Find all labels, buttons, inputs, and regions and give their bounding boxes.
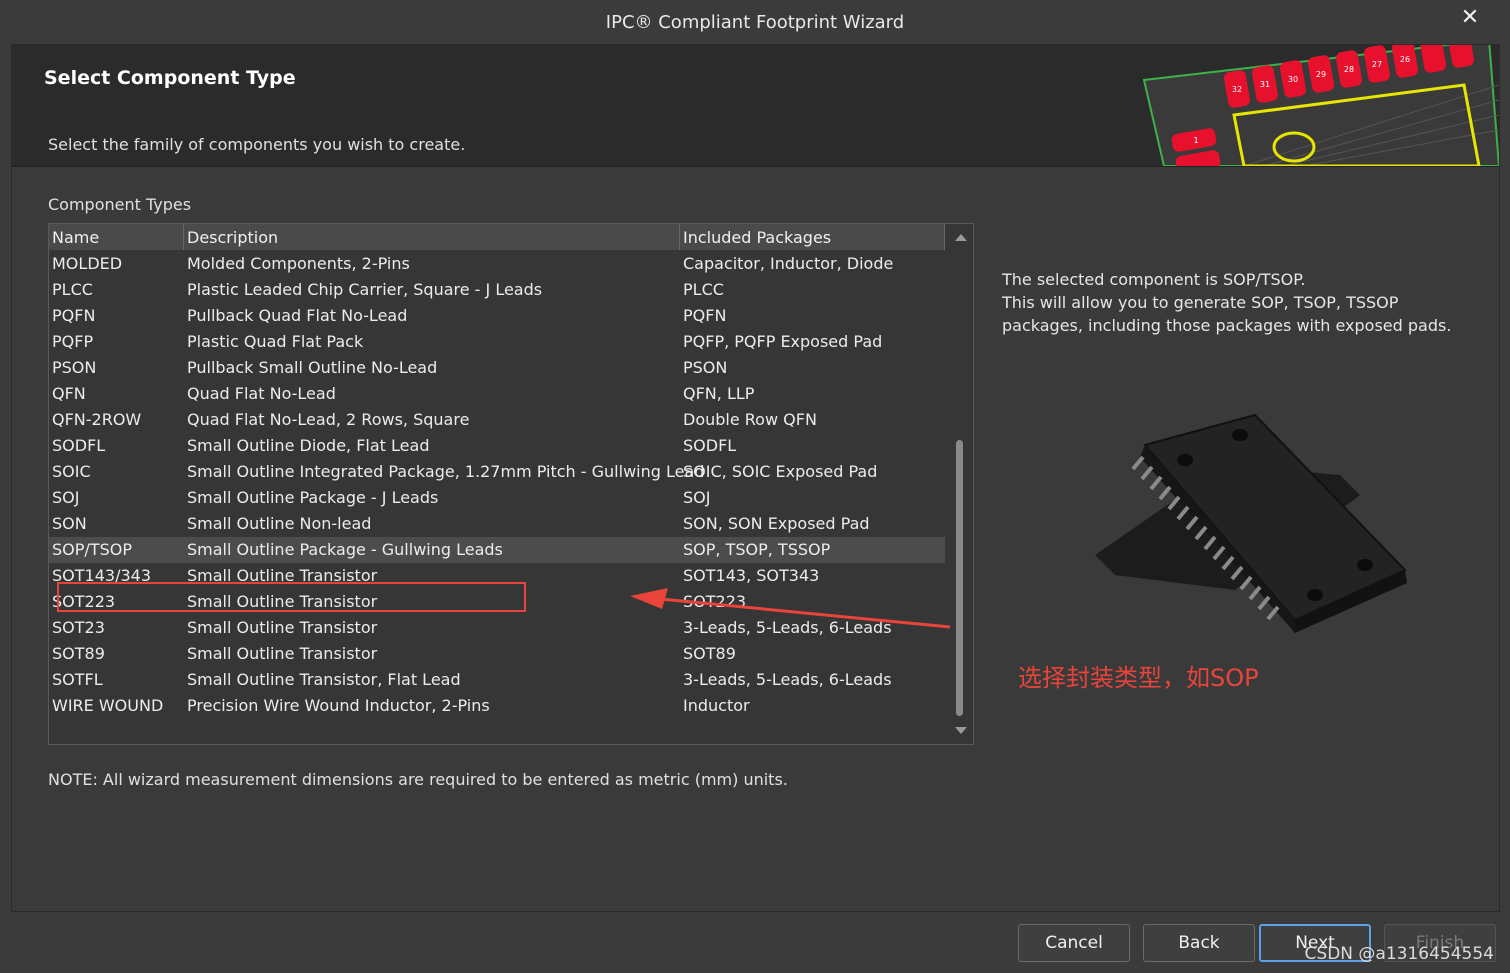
cell-name: PQFN xyxy=(52,306,96,325)
cell-packages: PLCC xyxy=(683,280,724,299)
cell-packages: SOP, TSOP, TSSOP xyxy=(683,540,831,559)
pad-label-30: 30 xyxy=(1288,75,1298,84)
cell-description: Precision Wire Wound Inductor, 2-Pins xyxy=(187,696,490,715)
table-row[interactable]: PLCC Plastic Leaded Chip Carrier, Square … xyxy=(49,277,945,303)
cell-name: QFN-2ROW xyxy=(52,410,142,429)
cell-description: Small Outline Transistor xyxy=(187,644,378,663)
units-note: NOTE: All wizard measurement dimensions … xyxy=(48,770,788,789)
page-title: Select Component Type xyxy=(44,67,296,89)
cell-packages: SON, SON Exposed Pad xyxy=(683,514,870,533)
scroll-thumb[interactable] xyxy=(956,440,963,716)
list-header: Name Description Included Packages xyxy=(49,224,945,250)
description-line-2: This will allow you to generate SOP, TSO… xyxy=(1002,293,1452,335)
selection-highlight-box xyxy=(57,582,526,612)
pad-label-1: 1 xyxy=(1193,136,1198,145)
cell-description: Small Outline Package - J Leads xyxy=(187,488,439,507)
close-icon[interactable]: ✕ xyxy=(1458,6,1482,30)
cell-packages: 3-Leads, 5-Leads, 6-Leads xyxy=(683,670,892,689)
cancel-button[interactable]: Cancel xyxy=(1018,924,1130,962)
table-row[interactable]: SOIC Small Outline Integrated Package, 1.… xyxy=(49,459,945,485)
table-row[interactable]: SODFL Small Outline Diode, Flat Lead SODFL xyxy=(49,433,945,459)
window-title: IPC® Compliant Footprint Wizard xyxy=(605,11,905,33)
component-types-list[interactable]: Name Description Included Packages MOLDE… xyxy=(48,223,974,745)
cell-name: SOIC xyxy=(52,462,91,481)
cell-name: SODFL xyxy=(52,436,106,455)
cell-name: SON xyxy=(52,514,87,533)
table-row[interactable]: QFN-2ROW Quad Flat No-Lead, 2 Rows, Squar… xyxy=(49,407,945,433)
table-row[interactable]: SOJ Small Outline Package - J Leads SOJ xyxy=(49,485,945,511)
cell-packages: PQFN xyxy=(683,306,727,325)
cell-packages: Capacitor, Inductor, Diode xyxy=(683,254,894,273)
cell-description: Quad Flat No-Lead, 2 Rows, Square xyxy=(187,410,470,429)
pad-label-28: 28 xyxy=(1344,65,1354,74)
red-arrow-annotation xyxy=(630,588,951,629)
list-rows: MOLDED Molded Components, 2-Pins Capacitor… xyxy=(49,251,945,719)
cell-description: Small Outline Transistor, Flat Lead xyxy=(187,670,461,689)
scroll-down-arrow-icon[interactable] xyxy=(955,727,967,734)
description-line-1: The selected component is SOP/TSOP. xyxy=(1002,270,1306,289)
column-header-name[interactable]: Name xyxy=(49,224,184,250)
cell-name: MOLDED xyxy=(52,254,123,273)
cell-name: SOT23 xyxy=(52,618,105,637)
column-header-description[interactable]: Description xyxy=(184,224,680,250)
cell-description: Small Outline Integrated Package, 1.27mm… xyxy=(187,462,705,481)
cell-name: PLCC xyxy=(52,280,93,299)
table-row[interactable]: SON Small Outline Non-lead SON, SON Expose… xyxy=(49,511,945,537)
pad-label-31: 31 xyxy=(1260,80,1270,89)
cell-packages: SOJ xyxy=(683,488,711,507)
pad-label-27: 27 xyxy=(1372,60,1382,69)
cell-name: SOTFL xyxy=(52,670,103,689)
cell-packages: PSON xyxy=(683,358,728,377)
instruction-text: Select the family of components you wish… xyxy=(48,135,466,154)
cell-description: Molded Components, 2-Pins xyxy=(187,254,410,273)
cell-description: Quad Flat No-Lead xyxy=(187,384,336,403)
cell-name: QFN xyxy=(52,384,86,403)
cell-description: Pullback Small Outline No-Lead xyxy=(187,358,438,377)
cell-name: SOT89 xyxy=(52,644,105,663)
sop-chip-illustration xyxy=(1095,413,1407,633)
table-row[interactable]: WIRE WOUND Precision Wire Wound Inductor,… xyxy=(49,693,945,719)
cell-packages: Inductor xyxy=(683,696,750,715)
table-row[interactable]: PQFP Plastic Quad Flat Pack PQFP, PQFP Exp… xyxy=(49,329,945,355)
table-row[interactable]: SOTFL Small Outline Transistor, Flat Lead… xyxy=(49,667,945,693)
window-title-bar: IPC® Compliant Footprint Wizard ✕ xyxy=(0,0,1510,44)
chinese-annotation: 选择封装类型，如SOP xyxy=(1018,664,1259,692)
cell-packages: SOIC, SOIC Exposed Pad xyxy=(683,462,878,481)
vertical-scrollbar[interactable] xyxy=(947,224,973,744)
watermark: CSDN @a1316454554 xyxy=(1304,944,1494,964)
component-types-label: Component Types xyxy=(48,195,192,214)
column-header-packages[interactable]: Included Packages xyxy=(680,224,945,250)
cell-packages: QFN, LLP xyxy=(683,384,755,403)
cell-description: Small Outline Package - Gullwing Leads xyxy=(187,540,503,559)
table-row[interactable]: QFN Quad Flat No-Lead QFN, LLP xyxy=(49,381,945,407)
pad-label-32: 32 xyxy=(1232,85,1242,94)
table-row[interactable]: PQFN Pullback Quad Flat No-Lead PQFN xyxy=(49,303,945,329)
cell-description: Small Outline Transistor xyxy=(187,618,378,637)
cell-packages: SOT89 xyxy=(683,644,736,663)
cell-name: PQFP xyxy=(52,332,94,351)
cell-packages: SODFL xyxy=(683,436,737,455)
cell-description: Pullback Quad Flat No-Lead xyxy=(187,306,408,325)
table-row[interactable]: MOLDED Molded Components, 2-Pins Capacitor… xyxy=(49,251,945,277)
cell-description: Small Outline Diode, Flat Lead xyxy=(187,436,430,455)
cell-name: SOP/TSOP xyxy=(52,540,132,559)
cell-description: Plastic Quad Flat Pack xyxy=(187,332,364,351)
scroll-up-arrow-icon[interactable] xyxy=(955,234,967,241)
component-description: The selected component is SOP/TSOP. This… xyxy=(1002,268,1482,337)
cell-description: Plastic Leaded Chip Carrier, Square - J … xyxy=(187,280,543,299)
cell-name: SOJ xyxy=(52,488,80,507)
cell-packages: PQFP, PQFP Exposed Pad xyxy=(683,332,883,351)
pad-label-26: 26 xyxy=(1400,55,1410,64)
table-row[interactable]: SOT89 Small Outline Transistor SOT89 xyxy=(49,641,945,667)
cell-name: PSON xyxy=(52,358,97,377)
table-row[interactable]: SOP/TSOP Small Outline Package - Gullwing… xyxy=(49,537,945,563)
cell-packages: Double Row QFN xyxy=(683,410,817,429)
pcb-footprint-illustration: 32 31 30 29 28 27 26 1 xyxy=(1134,45,1499,166)
pad-label-29: 29 xyxy=(1316,70,1326,79)
cell-description: Small Outline Non-lead xyxy=(187,514,372,533)
table-row[interactable]: PSON Pullback Small Outline No-Lead PSON xyxy=(49,355,945,381)
cell-name: WIRE WOUND xyxy=(52,696,164,715)
back-button[interactable]: Back xyxy=(1143,924,1255,962)
